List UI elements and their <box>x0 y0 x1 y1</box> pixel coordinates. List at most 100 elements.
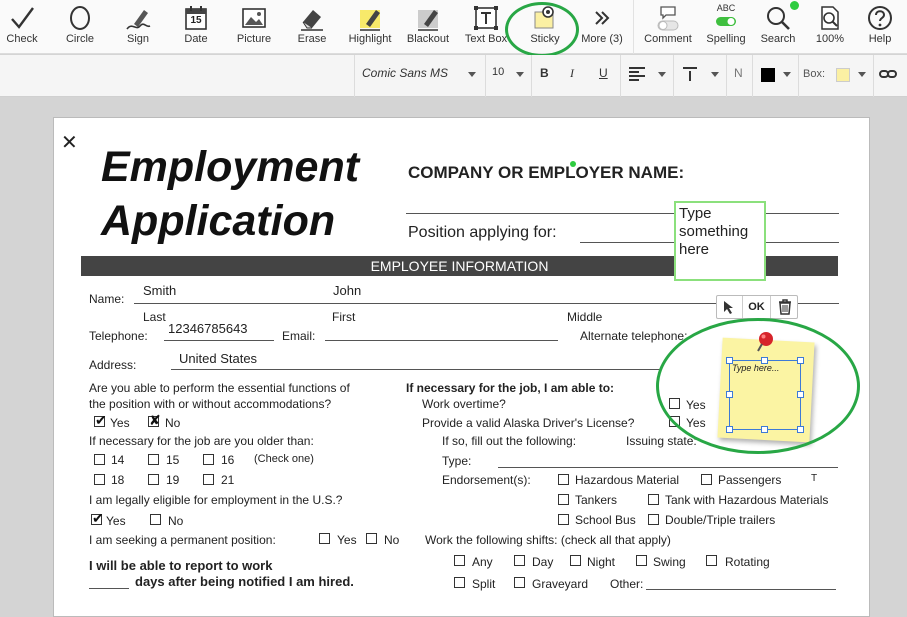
eligible-yes-checkbox[interactable]: ✔ <box>91 511 104 525</box>
age-16-label: 16 <box>221 453 235 467</box>
italic-button[interactable]: I <box>570 66 580 86</box>
resize-handle[interactable] <box>726 391 733 398</box>
report-text-1: I will be able to report to work <box>89 558 273 573</box>
functions-yes-checkbox[interactable]: ✔ <box>94 413 107 427</box>
shift-other-line[interactable] <box>646 589 836 590</box>
q-age: If necessary for the job are you older t… <box>89 434 314 448</box>
sticky-note-text[interactable]: Type here... <box>732 363 779 373</box>
type-line[interactable] <box>498 467 838 468</box>
company-name-line[interactable] <box>406 213 839 214</box>
email-line[interactable] <box>325 340 558 341</box>
age-19-checkbox[interactable] <box>148 474 159 485</box>
tank-hazmat-checkbox[interactable] <box>648 494 659 505</box>
shift-night-label: Night <box>587 555 616 569</box>
passengers-label: Passengers <box>718 473 782 487</box>
shift-graveyard-checkbox[interactable] <box>514 577 525 588</box>
age-18-checkbox[interactable] <box>94 474 105 485</box>
address-value[interactable]: United States <box>179 351 257 366</box>
close-page-icon[interactable]: ✕ <box>61 130 78 155</box>
type-label: Type: <box>442 454 472 468</box>
chevron-down-icon <box>468 72 476 77</box>
eligible-no-checkbox[interactable] <box>150 514 161 525</box>
more-tools-button[interactable]: More (3) <box>578 0 626 54</box>
format-divider <box>354 55 355 97</box>
sign-tool[interactable]: Sign <box>116 0 160 54</box>
sticky-tool[interactable]: Sticky <box>518 0 572 54</box>
vertical-align-select[interactable] <box>681 66 721 86</box>
line-spacing-button[interactable]: N <box>734 66 746 86</box>
box-color-select[interactable] <box>834 66 870 86</box>
last-name-value[interactable]: Smith <box>143 283 176 298</box>
text-box-annotation[interactable]: Type something here <box>674 201 766 281</box>
report-days-line[interactable] <box>89 588 129 589</box>
resize-handle[interactable] <box>797 391 804 398</box>
chevron-double-right-icon <box>595 11 610 25</box>
spelling-toggle[interactable]: ABC Spelling <box>700 0 752 54</box>
school-bus-checkbox[interactable] <box>558 514 569 525</box>
check-tool[interactable]: Check <box>0 0 44 54</box>
main-toolbar: Check Circle Sign 15 Date Picture Erase … <box>0 0 907 54</box>
permanent-yes-checkbox[interactable] <box>319 533 330 544</box>
text-color-select[interactable] <box>759 66 793 86</box>
license-yes-checkbox[interactable] <box>669 416 680 427</box>
zoom-tool[interactable]: 100% <box>808 0 852 54</box>
tankers-checkbox[interactable] <box>558 494 569 505</box>
resize-handle[interactable] <box>761 426 768 433</box>
permanent-no-label: No <box>384 533 400 547</box>
resize-handle[interactable] <box>761 357 768 364</box>
underline-button[interactable]: U <box>599 66 611 86</box>
resize-handle[interactable] <box>797 357 804 364</box>
highlight-tool[interactable]: Highlight <box>344 0 396 54</box>
sticky-delete-button[interactable] <box>771 296 798 318</box>
shift-rotating-checkbox[interactable] <box>706 555 717 566</box>
overtime-label: Work overtime? <box>422 397 506 411</box>
sticky-move-button[interactable] <box>717 296 743 318</box>
functions-no-checkbox[interactable]: ✘ <box>148 413 161 427</box>
q-permanent: I am seeking a permanent position: <box>89 533 276 547</box>
resize-handle[interactable] <box>726 426 733 433</box>
permanent-no-checkbox[interactable] <box>366 533 377 544</box>
double-triple-checkbox[interactable] <box>648 514 659 525</box>
comment-icon <box>657 6 679 31</box>
bold-button[interactable]: B <box>540 66 552 86</box>
date-tool[interactable]: 15 Date <box>174 0 218 54</box>
shift-split-checkbox[interactable] <box>454 577 465 588</box>
functions-no-label: No <box>165 416 181 430</box>
shift-swing-checkbox[interactable] <box>636 555 647 566</box>
font-family-select[interactable]: Comic Sans MS <box>362 66 480 86</box>
textbox-tool-label: Text Box <box>464 33 508 45</box>
resize-handle[interactable] <box>797 426 804 433</box>
age-21-checkbox[interactable] <box>203 474 214 485</box>
shift-day-label: Day <box>532 555 554 569</box>
functions-yes-label: Yes <box>110 416 130 430</box>
shift-day-checkbox[interactable] <box>514 555 525 566</box>
age-19-label: 19 <box>166 473 180 487</box>
sticky-note-toolbar: OK <box>716 295 798 319</box>
font-size-select[interactable]: 10 <box>492 66 526 86</box>
picture-tool[interactable]: Picture <box>230 0 278 54</box>
erase-tool[interactable]: Erase <box>290 0 334 54</box>
text-align-select[interactable] <box>628 66 668 86</box>
age-15-checkbox[interactable] <box>148 454 159 465</box>
link-button[interactable] <box>879 66 899 86</box>
comment-toggle[interactable]: Comment <box>640 0 696 54</box>
shift-night-checkbox[interactable] <box>570 555 581 566</box>
first-name-value[interactable]: John <box>333 283 361 298</box>
sign-tool-label: Sign <box>126 33 150 45</box>
age-14-checkbox[interactable] <box>94 454 105 465</box>
chevron-down-icon <box>783 72 791 77</box>
passengers-checkbox[interactable] <box>701 474 712 485</box>
age-16-checkbox[interactable] <box>203 454 214 465</box>
telephone-value[interactable]: 12346785643 <box>168 321 248 336</box>
overtime-yes-checkbox[interactable] <box>669 398 680 409</box>
sticky-text-selection[interactable]: Type here... <box>729 360 801 430</box>
circle-tool[interactable]: Circle <box>56 0 104 54</box>
sticky-ok-button[interactable]: OK <box>743 296 771 318</box>
resize-handle[interactable] <box>726 357 733 364</box>
search-tool[interactable]: Search <box>756 0 800 54</box>
blackout-tool[interactable]: Blackout <box>402 0 454 54</box>
textbox-tool[interactable]: Text Box <box>460 0 512 54</box>
hazmat-checkbox[interactable] <box>558 474 569 485</box>
help-button[interactable]: Help <box>858 0 902 54</box>
shift-any-checkbox[interactable] <box>454 555 465 566</box>
